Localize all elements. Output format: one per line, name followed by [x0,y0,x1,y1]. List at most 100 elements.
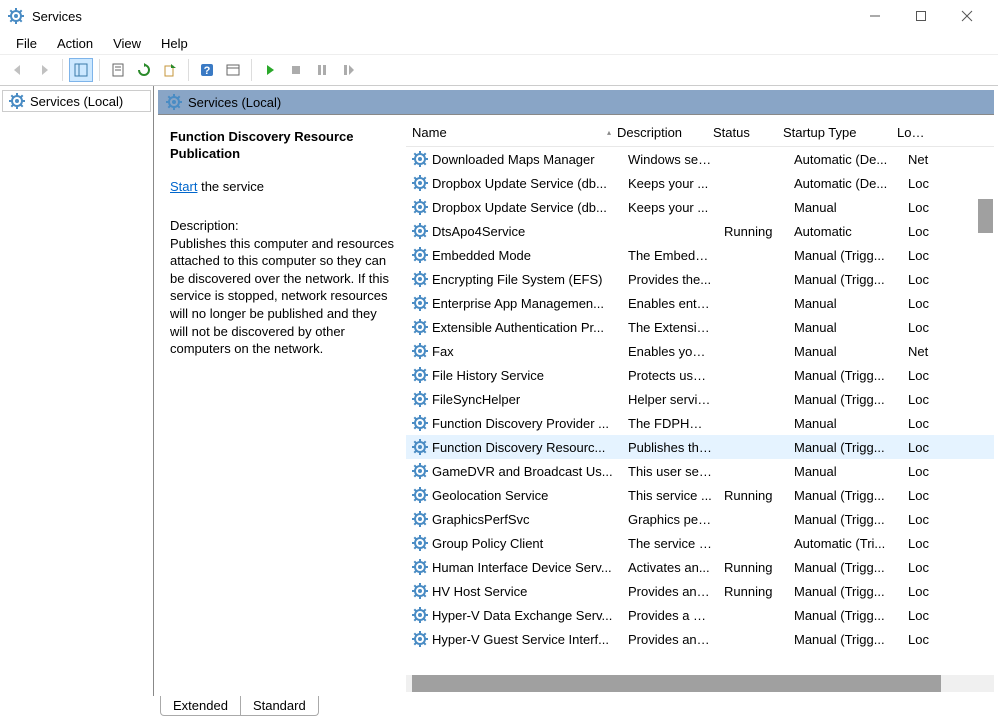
service-status: Running [718,558,788,577]
service-description: Provides the... [622,270,718,289]
start-service-link[interactable]: Start [170,179,197,194]
service-description: Helper servic... [622,390,718,409]
service-name: Function Discovery Provider ... [432,416,609,431]
service-row[interactable]: Dropbox Update Service (db... Keeps your … [406,195,994,219]
service-description: Keeps your ... [622,198,718,217]
list-body[interactable]: Downloaded Maps ManagerWindows ser...Aut… [406,147,994,675]
service-description: Windows ser... [622,150,718,169]
tab-standard[interactable]: Standard [240,696,319,716]
menu-view[interactable]: View [103,34,151,53]
back-button[interactable] [6,58,30,82]
service-row[interactable]: Hyper-V Data Exchange Serv...Provides a … [406,603,994,627]
service-row[interactable]: Extensible Authentication Pr...The Exten… [406,315,994,339]
column-header-startup-type[interactable]: Startup Type [777,121,891,144]
maximize-button[interactable] [898,0,944,32]
app-gear-icon [8,8,24,24]
tab-extended[interactable]: Extended [160,696,241,716]
forward-button[interactable] [32,58,56,82]
service-description: This service ... [622,486,718,505]
service-gear-icon [412,583,428,599]
service-gear-icon [412,439,428,455]
service-name: DtsApo4Service [432,224,525,239]
service-logon: Net [902,342,942,361]
service-description: Provides an i... [622,582,718,601]
service-row[interactable]: Embedded ModeThe Embedd...Manual (Trigg.… [406,243,994,267]
close-button[interactable] [944,0,990,32]
stop-service-button[interactable] [284,58,308,82]
service-row[interactable]: Group Policy ClientThe service i...Autom… [406,531,994,555]
service-row[interactable]: Function Discovery Resourc...Publishes t… [406,435,994,459]
service-name: Dropbox Update Service (db... [432,200,607,215]
tree-item-services-local[interactable]: Services (Local) [2,90,151,112]
service-startup-type: Manual (Trigg... [788,270,902,289]
service-name: GameDVR and Broadcast Us... [432,464,613,479]
service-gear-icon [412,463,428,479]
show-hide-action-button[interactable] [221,58,245,82]
restart-service-button[interactable] [336,58,360,82]
service-row[interactable]: File History ServiceProtects user...Manu… [406,363,994,387]
service-row[interactable]: HV Host ServiceProvides an i...RunningMa… [406,579,994,603]
horizontal-scrollbar-thumb[interactable] [412,675,941,692]
properties-button[interactable] [106,58,130,82]
menu-file[interactable]: File [6,34,47,53]
minimize-button[interactable] [852,0,898,32]
menu-bar: File Action View Help [0,32,998,54]
service-row[interactable]: Geolocation ServiceThis service ...Runni… [406,483,994,507]
service-name: Encrypting File System (EFS) [432,272,603,287]
pause-service-button[interactable] [310,58,334,82]
service-status [718,181,788,185]
service-description [622,229,718,233]
service-row[interactable]: Downloaded Maps ManagerWindows ser...Aut… [406,147,994,171]
column-header-status[interactable]: Status [707,121,777,144]
service-startup-type: Manual [788,294,902,313]
service-row[interactable]: GameDVR and Broadcast Us...This user ser… [406,459,994,483]
service-gear-icon [412,511,428,527]
column-header-logon[interactable]: Log On As [891,121,931,144]
window-title: Services [32,9,852,24]
service-row[interactable]: DtsApo4ServiceRunningAutomaticLoc [406,219,994,243]
service-gear-icon [412,535,428,551]
service-status [718,445,788,449]
service-gear-icon [412,199,428,215]
service-status [718,541,788,545]
service-row[interactable]: Human Interface Device Serv...Activates … [406,555,994,579]
service-gear-icon [412,151,428,167]
detail-pane: Function Discovery Resource Publication … [158,119,406,692]
service-startup-type: Manual (Trigg... [788,510,902,529]
gear-icon [9,93,25,109]
service-row[interactable]: Encrypting File System (EFS) Provides the… [406,267,994,291]
service-row[interactable]: Hyper-V Guest Service Interf...Provides … [406,627,994,651]
service-row[interactable]: GraphicsPerfSvcGraphics per...Manual (Tr… [406,507,994,531]
service-row[interactable]: Enterprise App Managemen...Enables ente.… [406,291,994,315]
service-name: Function Discovery Resourc... [432,440,605,455]
help-button[interactable]: ? [195,58,219,82]
service-row[interactable]: Dropbox Update Service (db...Keeps your … [406,171,994,195]
menu-help[interactable]: Help [151,34,198,53]
service-status [718,205,788,209]
service-status [718,637,788,641]
show-hide-tree-button[interactable] [69,58,93,82]
column-header-description[interactable]: Description [611,121,707,144]
tree-item-label: Services (Local) [30,94,123,109]
service-name: Human Interface Device Serv... [432,560,612,575]
export-button[interactable] [158,58,182,82]
refresh-button[interactable] [132,58,156,82]
service-logon: Loc [902,486,942,505]
service-description: Graphics per... [622,510,718,529]
menu-action[interactable]: Action [47,34,103,53]
service-row[interactable]: Function Discovery Provider ...The FDPHO… [406,411,994,435]
service-name: HV Host Service [432,584,527,599]
service-startup-type: Automatic [788,222,902,241]
service-status: Running [718,582,788,601]
service-row[interactable]: FileSyncHelperHelper servic...Manual (Tr… [406,387,994,411]
horizontal-scrollbar[interactable] [406,675,994,692]
service-status [718,301,788,305]
column-header-name[interactable]: Name [406,121,622,144]
service-gear-icon [412,415,428,431]
service-name: Embedded Mode [432,248,531,263]
service-row[interactable]: FaxEnables you ...ManualNet [406,339,994,363]
vertical-scrollbar-thumb[interactable] [978,199,993,233]
service-startup-type: Automatic (De... [788,150,902,169]
start-service-button[interactable] [258,58,282,82]
pane-header: Services (Local) [158,90,994,115]
